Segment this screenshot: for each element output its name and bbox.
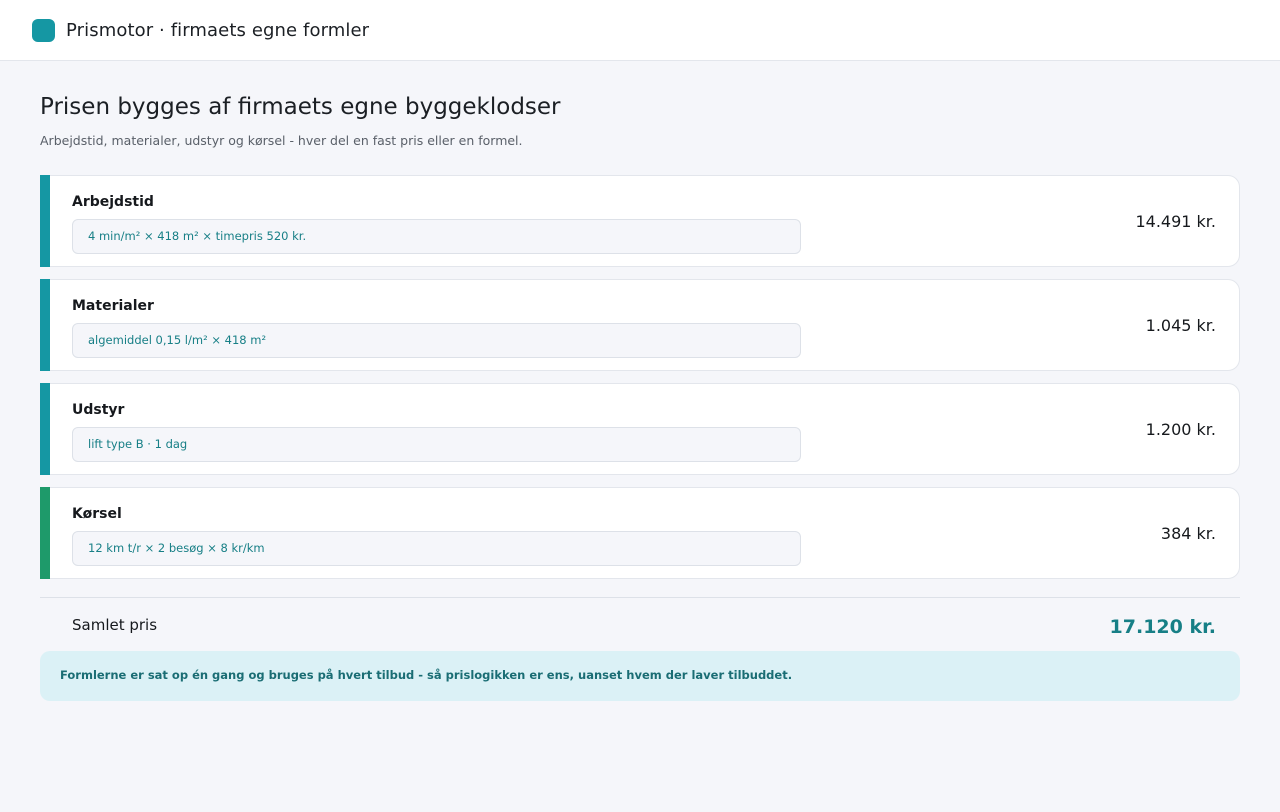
component-label: Arbejdstid xyxy=(72,194,154,210)
total-amount: 17.120 kr. xyxy=(1109,616,1216,638)
component-label: Udstyr xyxy=(72,402,125,418)
component-accent-bar xyxy=(40,487,50,579)
page-heading: Prisen bygges af firmaets egne byggeklod… xyxy=(40,94,561,120)
app-title: Prismotor · firmaets egne formler xyxy=(66,19,370,41)
component-amount: 1.045 kr. xyxy=(1145,316,1216,335)
page-subheading: Arbejdstid, materialer, udstyr og kørsel… xyxy=(40,133,523,148)
total-label: Samlet pris xyxy=(72,616,158,634)
component-formula[interactable]: algemiddel 0,15 l/m² × 418 m² xyxy=(72,323,801,358)
app-logo-icon xyxy=(32,18,55,42)
total-divider xyxy=(40,597,1240,598)
component-formula[interactable]: lift type B · 1 dag xyxy=(72,427,801,462)
component-card-korsel: Kørsel 12 km t/r × 2 besøg × 8 kr/km 384… xyxy=(40,487,1240,579)
component-amount: 14.491 kr. xyxy=(1135,212,1216,231)
component-card-arbejdstid: Arbejdstid 4 min/m² × 418 m² × timepris … xyxy=(40,175,1240,267)
component-label: Materialer xyxy=(72,298,154,314)
component-formula[interactable]: 4 min/m² × 418 m² × timepris 520 kr. xyxy=(72,219,801,254)
component-accent-bar xyxy=(40,279,50,371)
component-amount: 1.200 kr. xyxy=(1145,420,1216,439)
component-accent-bar xyxy=(40,383,50,475)
info-note: Formlerne er sat op én gang og bruges på… xyxy=(40,651,1240,701)
component-amount: 384 kr. xyxy=(1160,524,1216,543)
component-card-udstyr: Udstyr lift type B · 1 dag 1.200 kr. xyxy=(40,383,1240,475)
top-bar: Prismotor · firmaets egne formler xyxy=(0,0,1280,61)
component-formula[interactable]: 12 km t/r × 2 besøg × 8 kr/km xyxy=(72,531,801,566)
component-card-materialer: Materialer algemiddel 0,15 l/m² × 418 m²… xyxy=(40,279,1240,371)
component-label: Kørsel xyxy=(72,506,122,522)
component-accent-bar xyxy=(40,175,50,267)
